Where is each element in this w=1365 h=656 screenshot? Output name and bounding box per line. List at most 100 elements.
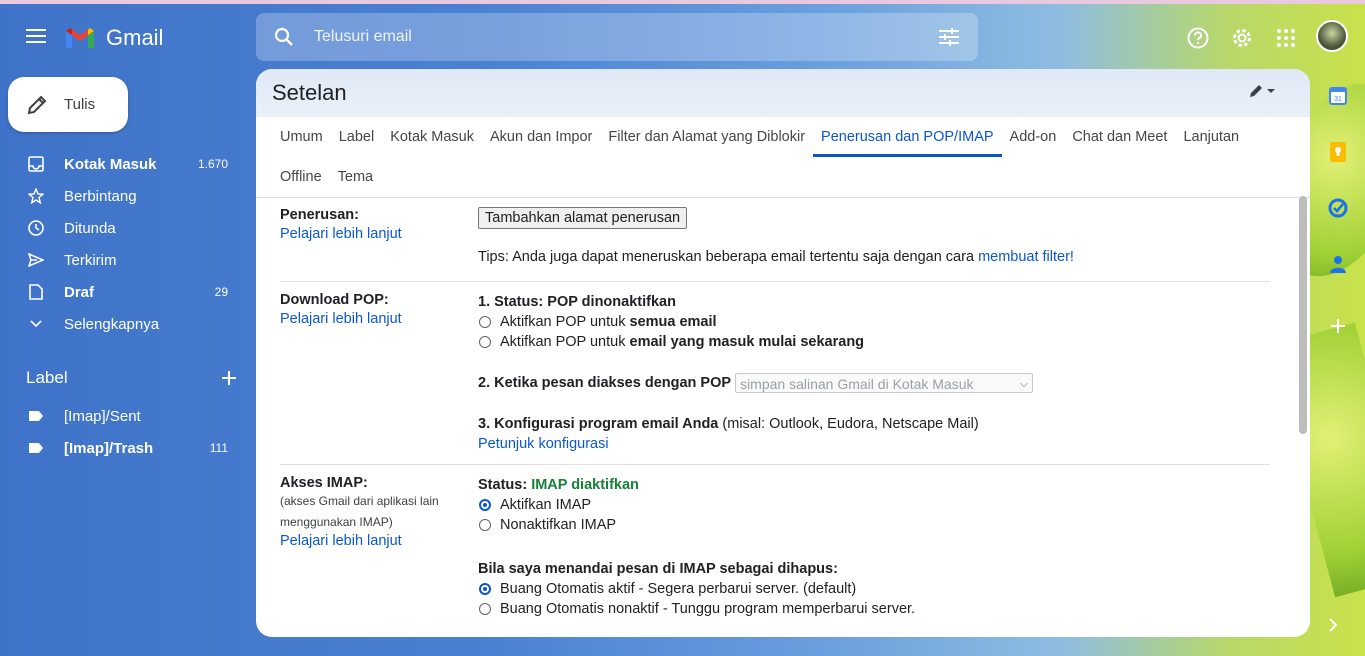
pop-enable-new-radio[interactable] [479,336,491,348]
labels-title: Label [26,368,68,387]
tab-offline[interactable]: Offline [272,157,330,197]
pop-config-hint: (misal: Outlook, Eudora, Netscape Mail) [722,416,979,432]
sidebar-item-label: Kotak Masuk [64,155,157,173]
auto-expunge-off-radio[interactable] [479,603,491,615]
account-avatar[interactable] [1316,20,1348,52]
tab-themes[interactable]: Tema [330,157,381,197]
imap-disable-option[interactable]: Nonaktifkan IMAP [478,515,1270,535]
sidebar-item-label: [Imap]/Sent [64,407,141,425]
sidebar-item-imap-sent[interactable]: [Imap]/Sent [0,400,256,432]
pop-enable-all-radio[interactable] [479,316,491,328]
tasks-button[interactable] [1322,192,1354,224]
sidebar-item-label: [Imap]/Trash [64,439,154,457]
search-input[interactable] [312,27,920,47]
draft-count: 29 [214,285,228,299]
imap-learn-more-link[interactable]: Pelajari lebih lanjut [280,533,402,549]
add-label-button[interactable] [222,368,236,388]
help-icon [1187,27,1209,49]
imap-enable-radio[interactable] [479,499,491,511]
tab-advanced[interactable]: Lanjutan [1175,117,1247,157]
chevron-right-icon [1329,618,1338,632]
keep-button[interactable] [1322,136,1354,168]
compose-label: Tulis [64,96,96,113]
sidebar-item-label: Berbintang [64,187,137,205]
apps-grid-icon [1277,29,1295,47]
pop-access-label: 2. Ketika pesan diakses dengan POP [478,375,732,391]
scrollbar-thumb[interactable] [1299,196,1307,434]
auto-expunge-on-radio[interactable] [479,583,491,595]
clock-icon [28,220,44,236]
tab-labels[interactable]: Label [331,117,382,157]
tab-general[interactable]: Umum [272,117,331,157]
pencil-icon [27,95,47,114]
add-forwarding-address-button[interactable]: Tambahkan alamat penerusan [478,207,688,229]
sidebar-item-imap-trash[interactable]: [Imap]/Trash 111 [0,432,256,464]
tab-forwarding-pop-imap[interactable]: Penerusan dan POP/IMAP [813,117,1002,157]
settings-header: Setelan [256,69,1310,117]
forwarding-learn-more-link[interactable]: Pelajari lebih lanjut [280,226,402,242]
tab-inbox[interactable]: Kotak Masuk [382,117,482,157]
pop-enable-new-option[interactable]: Aktifkan POP untuk email yang masuk mula… [478,332,1270,352]
tab-filters-blocked[interactable]: Filter dan Alamat yang Diblokir [600,117,813,157]
tab-chat-meet[interactable]: Chat dan Meet [1064,117,1175,157]
app-name: Gmail [106,25,164,50]
imap-disable-radio[interactable] [479,519,491,531]
search-button[interactable] [256,27,312,47]
sidebar-item-snoozed[interactable]: Ditunda [0,212,256,244]
apps-button[interactable] [1268,20,1304,56]
get-addons-button[interactable] [1322,310,1354,342]
gear-icon [1233,29,1251,47]
sidebar-item-label: Selengkapnya [64,315,160,333]
pencil-icon [1250,85,1262,97]
contacts-button[interactable] [1322,248,1354,280]
search-options-button[interactable] [920,28,978,46]
tab-accounts-import[interactable]: Akun dan Impor [482,117,600,157]
option-text: Nonaktifkan IMAP [500,517,617,533]
search-icon [274,27,293,46]
compose-button[interactable]: Tulis [8,77,128,132]
sidebar-item-starred[interactable]: Berbintang [0,180,256,212]
pop-learn-more-link[interactable]: Pelajari lebih lanjut [280,311,402,327]
settings-tabs: Umum Label Kotak Masuk Akun dan Impor Fi… [256,117,1310,198]
pop-config-label: 3. Konfigurasi program email Anda [478,416,719,432]
calendar-button[interactable]: 31 [1322,80,1354,112]
send-icon [28,253,44,267]
imap-delete-heading: Bila saya menandai pesan di IMAP sebagai… [478,561,838,577]
main-menu-button[interactable] [20,22,52,52]
gmail-logo[interactable]: Gmail [64,24,163,52]
settings-panel: Setelan Umum Label Kotak Masuk Akun dan … [256,69,1310,637]
hamburger-icon [26,29,46,43]
imap-status-label: Status: [478,477,528,493]
pop-enable-all-option[interactable]: Aktifkan POP untuk semua email [478,312,1270,332]
sidebar-item-drafts[interactable]: Draf 29 [0,276,256,308]
window-top-border [0,0,1365,4]
sidebar-item-more[interactable]: Selengkapnya [0,308,256,340]
tab-addons[interactable]: Add-on [1002,117,1065,157]
keep-icon [1330,142,1346,162]
labels-list: [Imap]/Sent [Imap]/Trash 111 [0,400,256,464]
auto-expunge-off-option[interactable]: Buang Otomatis nonaktif - Tunggu program… [478,599,1270,619]
create-filter-link[interactable]: membuat filter! [978,249,1074,265]
input-tools-button[interactable] [1248,83,1276,99]
label-tag-icon [29,411,43,421]
gmail-m-icon [66,28,94,48]
top-toolbar [1180,20,1304,56]
sidebar-item-inbox[interactable]: Kotak Masuk 1.670 [0,148,256,180]
help-button[interactable] [1180,20,1216,56]
contacts-icon [1330,256,1346,273]
tune-icon [939,28,959,46]
section-divider [280,464,1270,465]
settings-button[interactable] [1224,20,1260,56]
sidebar-item-sent[interactable]: Terkirim [0,244,256,276]
option-bold-text: email yang masuk mulai sekarang [629,334,865,350]
pop-access-select[interactable]: simpan salinan Gmail di Kotak Masuk ⌵ [735,373,1034,393]
imap-enable-option[interactable]: Aktifkan IMAP [478,495,1270,515]
config-instructions-link[interactable]: Petunjuk konfigurasi [478,436,609,452]
chevron-down-icon [30,320,42,328]
star-icon [28,188,44,204]
auto-expunge-on-option[interactable]: Buang Otomatis aktif - Segera perbarui s… [478,579,1270,599]
plus-icon [222,371,236,385]
option-text: Aktifkan POP untuk [500,334,626,350]
labels-header: Label [26,368,236,388]
show-side-panel-button[interactable] [1328,616,1338,637]
